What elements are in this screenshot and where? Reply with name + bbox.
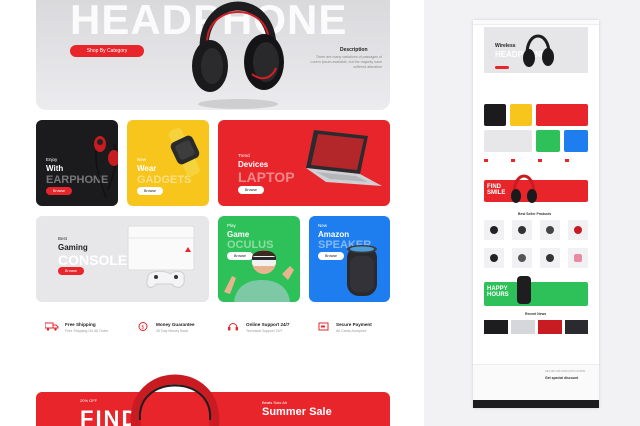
preview-card-console[interactable] — [484, 130, 532, 152]
card-title: Gaming — [58, 243, 88, 252]
card-kicker: Trend — [238, 153, 250, 158]
card-kicker: Play — [227, 223, 236, 228]
card-title: Amazon — [318, 230, 350, 239]
preview-footer-title: Get special discount — [545, 376, 579, 380]
red-headphone-image — [130, 374, 220, 426]
feature-money-guarantee: $ Money Guarantee 30 Day Money Back — [136, 322, 195, 333]
console-card[interactable]: Best Gaming CONSOLE Browse — [36, 216, 209, 302]
card-kicker: Best — [58, 236, 68, 241]
card-kicker: New — [137, 157, 147, 162]
preview-sale-word: FIND SMILE — [487, 184, 506, 196]
card-title: Wear — [137, 164, 157, 173]
card-kicker: New — [318, 223, 328, 228]
lock-icon — [318, 322, 329, 331]
hero-banner: HEADPHONE Shop By Category Description T… — [36, 0, 390, 110]
feature-free-shipping: Free Shipping Free Shipping On All Order — [45, 322, 108, 333]
hero-description: There are many variations of passages of… — [310, 55, 382, 69]
truck-icon — [45, 322, 59, 331]
feature-online-support: Online Support 24/7 Technical Support 24… — [226, 322, 289, 333]
feature-subtitle: Technical Support 24/7 — [246, 329, 283, 333]
preview-features-row — [484, 158, 588, 164]
card-category: LAPTOP — [238, 169, 295, 185]
feature-subtitle: Free Shipping On All Order — [65, 329, 109, 333]
preview-footer-sub: GET 20% OFF DISCOUNT COUPON — [545, 370, 586, 373]
earphone-image — [94, 136, 118, 199]
preview-best-sellers-title: Best Seller Products — [518, 212, 552, 216]
laptop-image — [306, 130, 382, 186]
preview-copyright-bar — [473, 400, 599, 408]
earphone-card[interactable]: Enjoy With EARPHONE Browse — [36, 120, 118, 206]
headset-icon — [228, 323, 238, 331]
shop-by-category-button[interactable]: Shop By Category — [70, 45, 144, 57]
preview-headphone-image — [523, 34, 554, 67]
laptop-card[interactable]: Trend Devices LAPTOP Browse — [218, 120, 390, 206]
speaker-image — [347, 245, 377, 296]
smartwatch-image — [168, 127, 200, 176]
gadgets-card[interactable]: New Wear GADGETS Browse — [127, 120, 209, 206]
feature-subtitle: 30 Day Money Back — [156, 329, 189, 333]
card-title: With — [46, 164, 64, 173]
full-page-preview: Wireless HEADPHONE FIND SMILE Best Selle… — [473, 20, 599, 408]
svg-text:$: $ — [141, 324, 144, 330]
vr-user-image — [224, 250, 294, 302]
card-title: Devices — [238, 160, 269, 169]
banner-product: Beats Solo Air — [262, 400, 288, 405]
console-image — [127, 225, 195, 288]
preview-happy-word: HAPPY HOURS — [487, 286, 509, 298]
preview-news-row — [484, 320, 588, 344]
feature-title: Free Shipping — [65, 322, 96, 327]
money-guarantee-icon: $ — [138, 322, 148, 331]
banner-discount: 20% OFF — [80, 398, 98, 403]
feature-title: Online Support 24/7 — [246, 322, 290, 327]
feature-subtitle: All Cards Accepted — [336, 329, 367, 333]
card-browse-button[interactable]: Browse — [58, 267, 84, 275]
card-kicker: Enjoy — [46, 157, 58, 162]
preview-card-laptop[interactable] — [536, 104, 588, 126]
feature-secure-payment: Secure Payment All Cards Accepted — [316, 322, 372, 333]
banner-title: Summer Sale — [262, 406, 332, 418]
card-browse-button[interactable]: Browse — [238, 186, 264, 194]
page: HEADPHONE Shop By Category Description T… — [0, 0, 640, 426]
feature-title: Secure Payment — [336, 322, 372, 327]
card-browse-button[interactable]: Browse — [137, 187, 163, 195]
preview-hero-button[interactable] — [495, 66, 509, 69]
preview-hero-title: Wireless — [495, 43, 516, 49]
preview-sale-headphone-image — [511, 174, 537, 203]
preview-card-oculus[interactable] — [536, 130, 560, 152]
preview-watch-image — [517, 276, 531, 304]
card-browse-button[interactable]: Browse — [46, 187, 72, 195]
preview-card-speaker[interactable] — [564, 130, 588, 152]
preview-card-gadgets[interactable] — [510, 104, 532, 126]
preview-header — [473, 20, 599, 25]
hero-description-title: Description — [340, 47, 368, 53]
speaker-card[interactable]: New Amazon SPEAKER Browse — [309, 216, 390, 302]
oculus-card[interactable]: Play Game OCULUS Browse — [218, 216, 300, 302]
preview-product-grid — [484, 220, 588, 270]
preview-recent-news-title: Recent News — [525, 312, 547, 316]
preview-card-earphone[interactable] — [484, 104, 506, 126]
headphone-image — [192, 1, 284, 109]
feature-title: Money Guarantee — [156, 322, 195, 327]
